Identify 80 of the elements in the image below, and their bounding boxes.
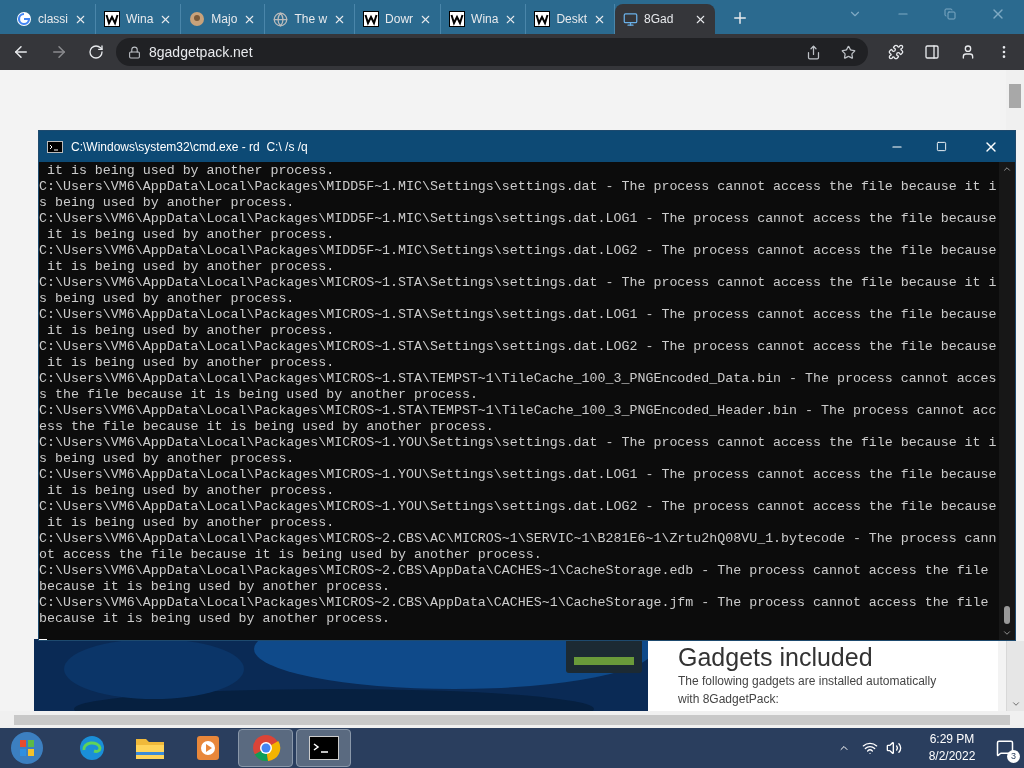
console-line: C:\Users\VM6\AppData\Local\Packages\MICROS~1.STA\Settings\settings.dat.LOG1 - The process cannot access the file because — [39, 307, 997, 323]
tab-title: The w — [294, 11, 328, 28]
console-line: C:\Users\VM6\AppData\Local\Packages\MICROS~1.YOU\Settings\settings.dat.LOG2 - The process cannot access the file because — [39, 499, 997, 515]
network-icon[interactable] — [862, 740, 878, 756]
console-line: C:\Users\VM6\AppData\Local\Packages\MIDD5F~1.MIC\Settings\settings.dat - The process cannot access the file because it i — [39, 179, 997, 195]
bookmark-star-icon[interactable] — [841, 44, 856, 60]
share-icon[interactable] — [806, 44, 821, 60]
console-line: s being used by another process. — [39, 195, 295, 211]
console-scrollbar[interactable] — [999, 162, 1015, 640]
console-line: C:\Users\VM6\AppData\Local\Packages\MICROS~2.CBS\AppData\CACHES~1\CacheStorage.edb - The process cannot access the file — [39, 563, 989, 579]
reload-icon[interactable] — [88, 44, 104, 60]
forward-icon[interactable] — [50, 43, 68, 61]
console-line: C:\Users\VM6\AppData\Local\Packages\MICROS~1.YOU\Settings\settings.dat.LOG1 - The process cannot access the file because — [39, 467, 997, 483]
tab-title: 8Gad — [644, 11, 675, 28]
tab-title: Wina — [471, 11, 499, 28]
section-text: The following gadgets are installed automatically with 8GadgetPack: — [678, 673, 938, 708]
console-line: C:\Users\VM6\AppData\Local\Packages\MICROS~2.CBS\AppData\CACHES~1\CacheStorage.jfm - The process cannot access the file — [39, 595, 989, 611]
console-line: it is being used by another process. — [45, 323, 335, 339]
console-line: C:\Users\VM6\AppData\Local\Packages\MICROS~1.STA\TEMPST~1\TileCache_100_3_PNGEncoded_Data.bin - The process cannot acces — [39, 371, 997, 387]
notification-count: 3 — [1007, 750, 1020, 763]
console-line: it is being used by another process. — [45, 515, 335, 531]
volume-icon[interactable] — [886, 740, 902, 756]
console-line: s being used by another process. — [39, 291, 295, 307]
scroll-down-icon[interactable] — [1010, 699, 1021, 709]
w-logo-icon — [104, 11, 120, 27]
console-line: s being used by another process. — [39, 451, 295, 467]
console-line: ot access the file because it is being used by another process. — [39, 547, 542, 563]
chrome-icon — [250, 733, 281, 763]
console-line: C:\Users\VM6\AppData\Local\Packages\MICROS~1.YOU\Settings\settings.dat - The process cannot access the file because it i — [39, 435, 997, 451]
console-icon — [308, 736, 339, 760]
console-line: it is being used by another process. — [45, 259, 335, 275]
scroll-thumb[interactable] — [1009, 84, 1021, 108]
notification-icon — [996, 739, 1014, 757]
scroll-thumb[interactable] — [1004, 606, 1010, 624]
console-line: C:\Users\VM6\AppData\Local\Packages\MICROS~1.STA\Settings\settings.dat - The process cannot access the file because it i — [39, 275, 997, 291]
console-app-icon — [47, 140, 63, 153]
w-logo-icon — [534, 11, 551, 27]
console-line: C:\Users\VM6\AppData\Local\Packages\MICROS~1.STA\Settings\settings.dat.LOG2 - The process cannot access the file because — [39, 339, 997, 355]
console-line: s the file because it is being used by another process. — [39, 387, 478, 403]
side-panel-icon[interactable] — [924, 44, 940, 60]
globe-icon — [273, 11, 289, 27]
tab-title: classi — [38, 11, 68, 28]
extensions-icon[interactable] — [888, 44, 904, 60]
console-line: C:\Users\VM6\AppData\Local\Packages\MIDD5F~1.MIC\Settings\settings.dat.LOG2 - The process cannot access the file because — [39, 243, 997, 259]
scroll-up-icon[interactable] — [1002, 164, 1012, 174]
edge-icon — [77, 734, 106, 762]
profile-icon[interactable] — [960, 44, 976, 60]
section-heading: Gadgets included — [678, 645, 874, 670]
url-text: 8gadgetpack.net — [149, 42, 253, 62]
w-logo-icon — [449, 11, 466, 27]
start-button-icon[interactable] — [10, 731, 44, 765]
browser-tab[interactable]: 8Gad — [615, 4, 716, 34]
console-line: C:\Users\VM6\AppData\Local\Packages\MICROS~1.STA\TEMPST~1\TileCache_100_3_PNGEncoded_Header.bin - The process cannot acc — [39, 403, 997, 419]
tab-title: Wina — [126, 11, 154, 28]
photo-icon — [189, 11, 206, 27]
scroll-down-icon[interactable] — [1002, 628, 1012, 638]
console-line: it is being used by another process. — [45, 355, 335, 371]
google-icon — [16, 11, 32, 27]
clock[interactable]: 6:29 PM 8/2/2022 — [914, 731, 990, 765]
console-line: it is being used by another process. — [45, 227, 335, 243]
media-player-icon — [195, 735, 220, 761]
notification-button[interactable]: 3 — [990, 733, 1020, 763]
console-line: ess the file because it is being used by another process. — [39, 419, 494, 435]
console-line: it is being used by another process. — [45, 483, 335, 499]
tab-title: Majo — [211, 11, 238, 28]
lock-icon — [128, 45, 141, 59]
console-line: C:\Users\VM6\AppData\Local\Packages\MIDD5F~1.MIC\Settings\settings.dat.LOG1 - The process cannot access the file because — [39, 211, 997, 227]
console-line: because it is being used by another process. — [39, 579, 391, 595]
console-line: C:\Users\VM6\AppData\Local\Packages\MICROS~2.CBS\AC\MICROS~1\SERVIC~1\B281E6~1\Zrtu2hQ08VU_1.bytecode - The process cann — [39, 531, 997, 547]
monitor-icon — [623, 11, 639, 27]
w-logo-icon — [363, 11, 380, 27]
console-line: it is being used by another process. — [45, 163, 335, 179]
tab-title: Dowr — [385, 11, 414, 28]
maximize-icon[interactable] — [936, 141, 947, 152]
console-line: because it is being used by another process. — [39, 611, 391, 627]
address-bar[interactable]: 8gadgetpack.net — [116, 38, 868, 66]
tab-title: Deskt — [556, 11, 588, 28]
back-icon[interactable] — [12, 43, 30, 61]
taskbar-app[interactable] — [296, 729, 351, 767]
window-title: C:\Windows\system32\cmd.exe - rd C:\ /s /q — [71, 138, 308, 156]
